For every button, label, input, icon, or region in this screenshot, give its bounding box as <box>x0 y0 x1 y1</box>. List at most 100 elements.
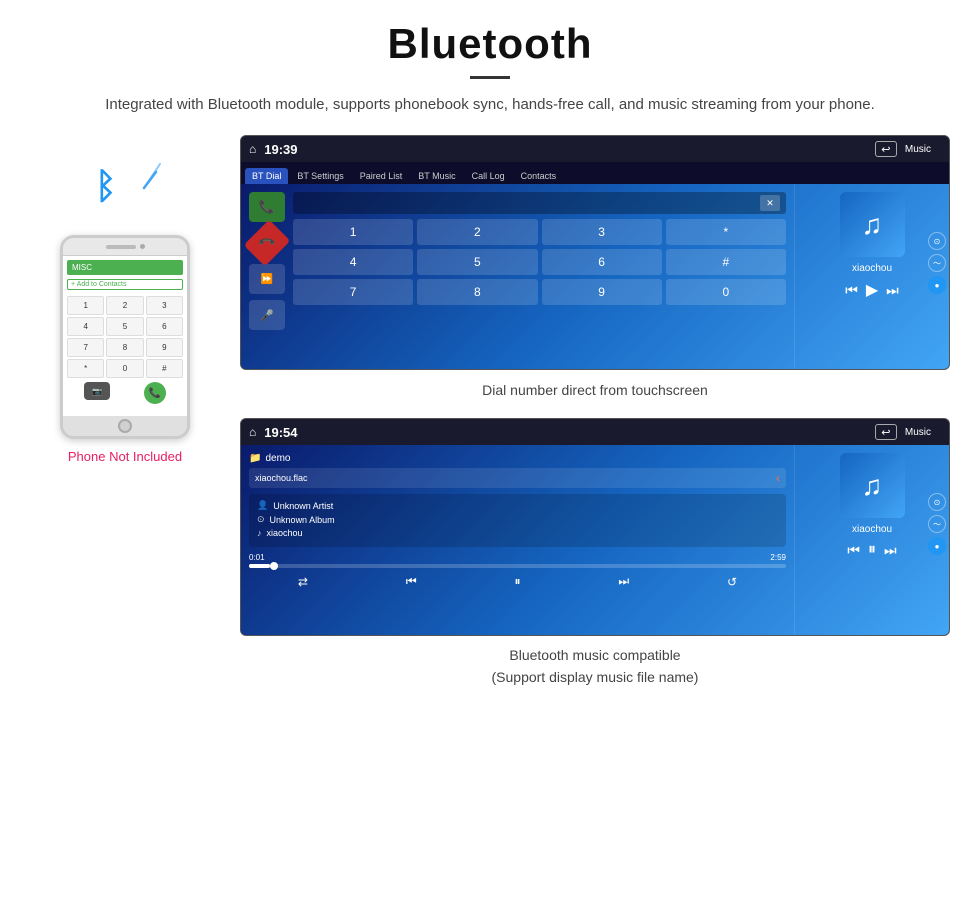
screen2-music-label: Music <box>905 427 931 438</box>
dial-delete-btn[interactable]: ✕ <box>760 195 780 211</box>
mute-btn[interactable]: ⏩ <box>249 264 285 294</box>
next-btn[interactable]: ⏭ <box>886 282 899 299</box>
tab-paired-list[interactable]: Paired List <box>353 168 410 184</box>
song-row: ♪ xiaochou <box>257 528 778 538</box>
play-btn[interactable]: ▶ <box>866 280 878 300</box>
bt-icon-wrapper: ᛒ <box>75 145 175 225</box>
next-btn-2[interactable]: ⏭ <box>884 542 897 559</box>
folder-name: demo <box>265 453 290 464</box>
music-note-icon-2: ♫ <box>862 470 883 502</box>
progress-start: 0:01 <box>249 553 265 562</box>
next-bottom-btn[interactable]: ⏭ <box>618 574 629 589</box>
file-row[interactable]: xiaochou.flac ‹ <box>249 468 786 488</box>
shuffle-btn[interactable]: ⇄ <box>298 575 308 589</box>
music-bottom-controls: ⇄ ⏮ ⏸ ⏭ ↺ <box>249 570 786 589</box>
key-9[interactable]: 9 <box>542 279 662 305</box>
prev-btn[interactable]: ⏮ <box>845 282 858 299</box>
album-name: Unknown Album <box>270 515 335 525</box>
screen1-home-icon[interactable]: ⌂ <box>249 142 256 156</box>
side-btn-1[interactable]: ⊙ <box>928 232 946 250</box>
screen2-body: 📁 demo xiaochou.flac ‹ 👤 Unknow <box>241 445 949 635</box>
phone-video-btn[interactable]: 📷 <box>84 382 110 400</box>
dial-key-hash[interactable]: # <box>146 359 183 378</box>
car-screen-2: ⌂ 19:54 ↩ Music 📁 demo <box>240 418 950 636</box>
key-3[interactable]: 3 <box>542 219 662 245</box>
call-red-btn[interactable]: 📞 <box>244 220 291 267</box>
screen2-back-btn[interactable]: ↩ <box>875 424 897 440</box>
key-star[interactable]: * <box>666 219 786 245</box>
dial-number-section: ✕ 1 2 3 * 4 5 6 # <box>293 192 786 330</box>
side-btn-2-1[interactable]: ⊙ <box>928 493 946 511</box>
prev-bottom-btn[interactable]: ⏮ <box>406 574 417 589</box>
progress-bar[interactable] <box>249 564 786 568</box>
play-btn-2[interactable]: ⏸ <box>868 541 876 559</box>
dial-action-btns: 📞 📞 ⏩ 🎤 <box>249 192 285 330</box>
file-name: xiaochou.flac <box>255 473 776 483</box>
screen1-tabs: BT Dial BT Settings Paired List BT Music… <box>241 162 949 184</box>
tab-bt-settings[interactable]: BT Settings <box>290 168 350 184</box>
key-5[interactable]: 5 <box>417 249 537 275</box>
side-btn-2[interactable]: 〜 <box>928 254 946 272</box>
dial-key-0[interactable]: 0 <box>106 359 143 378</box>
phone-screen-header: MISC <box>67 260 183 275</box>
tab-contacts[interactable]: Contacts <box>514 168 564 184</box>
dial-key-5[interactable]: 5 <box>106 317 143 336</box>
key-7[interactable]: 7 <box>293 279 413 305</box>
file-arrow-icon: ‹ <box>776 471 780 485</box>
dial-key-star[interactable]: * <box>67 359 104 378</box>
prev-btn-2[interactable]: ⏮ <box>847 542 860 559</box>
screen1-time: 19:39 <box>264 142 297 157</box>
key-6[interactable]: 6 <box>542 249 662 275</box>
call-green-btn[interactable]: 📞 <box>249 192 285 222</box>
screen2-side-btns: ⊙ 〜 ● <box>928 493 949 555</box>
key-4[interactable]: 4 <box>293 249 413 275</box>
tab-bt-music[interactable]: BT Music <box>411 168 462 184</box>
repeat-btn[interactable]: ↺ <box>727 575 737 589</box>
dial-key-9[interactable]: 9 <box>146 338 183 357</box>
side-btn-2-2[interactable]: 〜 <box>928 515 946 533</box>
key-2[interactable]: 2 <box>417 219 537 245</box>
screen1-body: 📞 📞 ⏩ 🎤 ✕ 1 <box>241 184 949 369</box>
bluetooth-icon: ᛒ <box>95 165 117 207</box>
dial-key-1[interactable]: 1 <box>67 296 104 315</box>
key-0[interactable]: 0 <box>666 279 786 305</box>
key-hash[interactable]: # <box>666 249 786 275</box>
screen2-time: 19:54 <box>264 425 297 440</box>
dial-key-6[interactable]: 6 <box>146 317 183 336</box>
phone-action-row: 📷 📞 <box>67 382 183 404</box>
progress-time-row: 0:01 2:59 <box>249 553 786 562</box>
screenshots-column: ⌂ 19:39 ↩ Music BT Dial BT Settings Pair… <box>240 135 950 689</box>
key-1[interactable]: 1 <box>293 219 413 245</box>
screen1-side-btns: ⊙ 〜 ● <box>928 232 949 294</box>
album-icon: ⊙ <box>257 514 265 525</box>
page-container: Bluetooth Integrated with Bluetooth modu… <box>0 0 980 749</box>
phone-camera <box>140 244 145 249</box>
artist-row: 👤 Unknown Artist <box>257 500 778 511</box>
phone-home-btn[interactable] <box>118 419 132 433</box>
screen2-home-icon[interactable]: ⌂ <box>249 425 256 439</box>
dial-key-8[interactable]: 8 <box>106 338 143 357</box>
screen1-back-btn[interactable]: ↩ <box>875 141 897 157</box>
pause-btn[interactable]: ⏸ <box>514 574 520 589</box>
phone-speaker <box>106 245 136 249</box>
dial-key-2[interactable]: 2 <box>106 296 143 315</box>
screen2-music-panel: ♫ xiaochou ⏮ ⏸ ⏭ <box>794 445 949 635</box>
tab-call-log[interactable]: Call Log <box>465 168 512 184</box>
dial-key-4[interactable]: 4 <box>67 317 104 336</box>
side-btn-2-3[interactable]: ● <box>928 537 946 555</box>
caption-line2: (Support display music file name) <box>240 666 950 688</box>
header-section: Bluetooth Integrated with Bluetooth modu… <box>30 20 950 117</box>
side-btn-3[interactable]: ● <box>928 276 946 294</box>
phone-screen: MISC + Add to Contacts 1 2 3 4 5 6 7 8 <box>63 256 187 416</box>
dial-key-7[interactable]: 7 <box>67 338 104 357</box>
dial-input-row: ✕ <box>293 192 786 214</box>
dial-panel: 📞 📞 ⏩ 🎤 ✕ 1 <box>249 192 786 330</box>
song-name: xiaochou <box>267 528 303 538</box>
phone-add-contacts-btn[interactable]: + Add to Contacts <box>67 279 183 290</box>
phone-call-green-btn[interactable]: 📞 <box>144 382 166 404</box>
screen1-left: 📞 📞 ⏩ 🎤 ✕ 1 <box>241 184 794 369</box>
dial-key-3[interactable]: 3 <box>146 296 183 315</box>
key-8[interactable]: 8 <box>417 279 537 305</box>
mic-btn[interactable]: 🎤 <box>249 300 285 330</box>
tab-bt-dial[interactable]: BT Dial <box>245 168 288 184</box>
